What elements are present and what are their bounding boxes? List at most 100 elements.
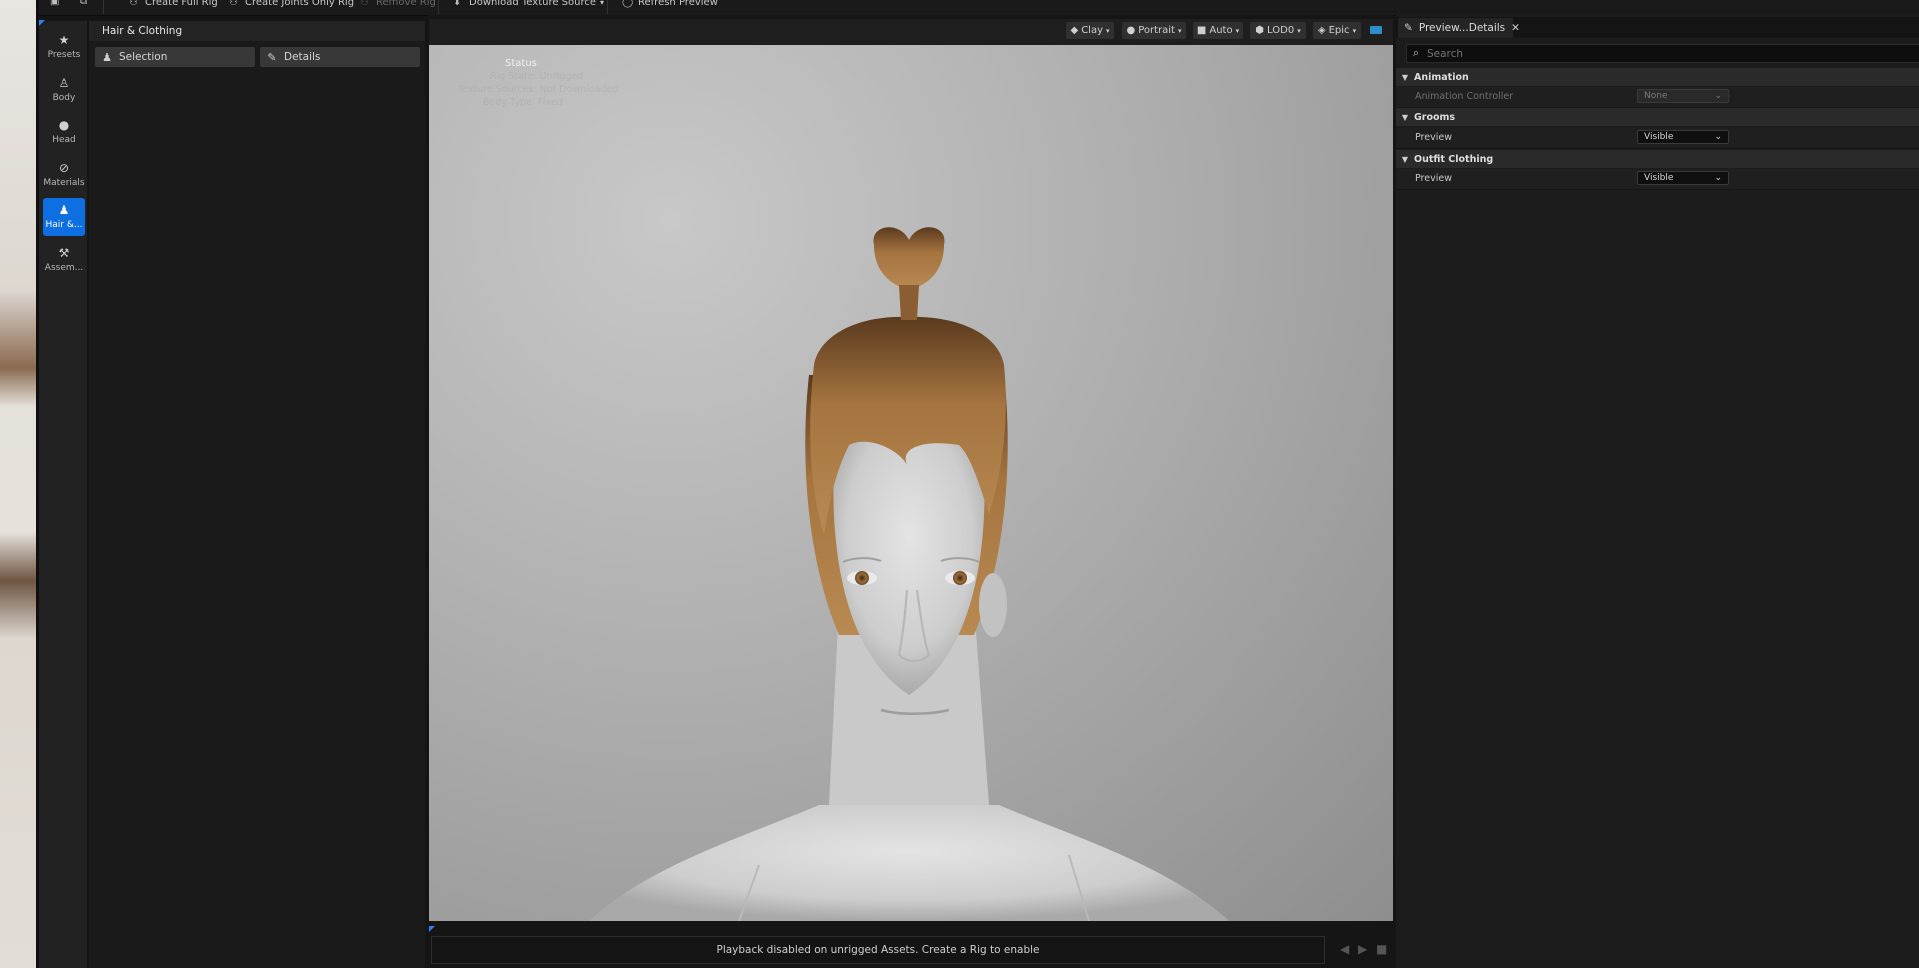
browse-button[interactable]: ⧉	[80, 0, 92, 7]
refresh-icon: ◯	[622, 0, 634, 8]
materials-icon: ⊘	[58, 161, 70, 175]
remove-rig-icon: ⚇	[360, 0, 369, 8]
prop-animation-controller: Animation Controller None ⌄	[1396, 87, 1919, 108]
panel-corner-marker	[39, 20, 45, 26]
nav-head[interactable]: ● Head	[43, 113, 85, 151]
character-render	[589, 227, 1229, 921]
nav-assembly-label: Assem...	[44, 263, 84, 273]
lod-icon: ⬢	[1255, 25, 1265, 36]
chevron-down-icon: ⌄	[1714, 91, 1722, 101]
category-grooms[interactable]: ▼ Grooms	[1396, 108, 1919, 126]
camera-dropdown[interactable]: ■ Auto ▾	[1193, 22, 1243, 39]
tab-details[interactable]: ✎ Details	[260, 47, 420, 67]
viewport-toolbar	[429, 19, 1393, 45]
animation-controller-value: None	[1644, 91, 1668, 101]
nav-head-label: Head	[52, 135, 76, 145]
prop-grooms-preview: Preview Visible ⌄	[1396, 128, 1919, 149]
stop-icon[interactable]: ■	[1376, 942, 1387, 956]
chevron-down-icon: ▾	[1352, 26, 1357, 35]
outfit-clothing-preview-dropdown[interactable]: Visible ⌄	[1637, 171, 1729, 185]
clay-icon: ◆	[1070, 25, 1079, 36]
chevron-down-icon: ▾	[1177, 26, 1182, 35]
details-search[interactable]: ⌕	[1406, 44, 1919, 63]
browse-icon: ⧉	[80, 0, 88, 7]
refresh-preview-label: Refresh Preview	[638, 0, 718, 8]
head-icon: ●	[58, 118, 70, 132]
pencil-icon: ✎	[1404, 22, 1413, 34]
tab-preview-details-label: Preview...Details	[1418, 22, 1506, 34]
rig-icon: ⚇	[129, 0, 138, 8]
selection-icon: ♟	[102, 50, 112, 64]
hair-clothing-panel	[89, 21, 425, 968]
grooms-preview-value: Visible	[1644, 132, 1674, 142]
nav-assembly[interactable]: ⚒ Assem...	[43, 241, 85, 279]
prop-outfit-clothing-preview-label: Preview	[1415, 173, 1452, 184]
quality-icon: ◈	[1317, 25, 1326, 36]
pencil-icon: ✎	[267, 50, 277, 64]
playback-bar: Playback disabled on unrigged Assets. Cr…	[431, 936, 1325, 964]
playback-message: Playback disabled on unrigged Assets. Cr…	[716, 944, 1040, 956]
tab-selection-label: Selection	[119, 51, 168, 63]
nav-body-label: Body	[52, 93, 76, 103]
category-outfit-clothing[interactable]: ▼ Outfit Clothing	[1396, 150, 1919, 168]
camera-label: Auto	[1209, 25, 1233, 36]
tab-selection[interactable]: ♟ Selection	[95, 47, 255, 67]
lod-dropdown[interactable]: ⬢ LOD0 ▾	[1250, 22, 1306, 39]
chevron-down-icon: ▾	[1235, 26, 1240, 35]
prop-grooms-preview-label: Preview	[1415, 132, 1452, 143]
joints-rig-icon: ⚇	[229, 0, 238, 8]
grooms-preview-dropdown[interactable]: Visible ⌄	[1637, 130, 1729, 144]
close-icon[interactable]: ✕	[1511, 22, 1520, 34]
save-icon: ▣	[50, 0, 60, 7]
collapse-arrow-icon: ▼	[1401, 154, 1409, 164]
save-button[interactable]: ▣	[50, 0, 62, 7]
remove-rig-button[interactable]: ⚇ Remove Rig	[360, 0, 436, 8]
tab-preview-details[interactable]: ✎ Preview...Details ✕	[1398, 18, 1520, 38]
view-mode-dropdown[interactable]: ◆ Clay ▾	[1066, 22, 1114, 39]
nav-materials-label: Materials	[43, 178, 85, 188]
play-reverse-icon[interactable]: ◀	[1340, 942, 1349, 956]
download-texture-source-label: Download Texture Source	[469, 0, 597, 8]
preview-viewport[interactable]	[429, 45, 1393, 921]
create-joints-only-rig-label: Create Joints Only Rig	[245, 0, 355, 8]
view-mode-label: Clay	[1081, 25, 1103, 36]
nav-materials[interactable]: ⊘ Materials	[43, 156, 85, 194]
toolbar-separator	[607, 0, 608, 14]
background-window-strip	[0, 0, 36, 968]
chevron-down-icon: ⌄	[1714, 132, 1722, 142]
body-icon: ♙	[58, 76, 70, 90]
category-grooms-label: Grooms	[1414, 111, 1456, 123]
chevron-down-icon: ⌄	[1714, 173, 1722, 183]
chevron-down-icon: ▾	[1297, 26, 1301, 35]
keyboard-icon[interactable]	[1370, 26, 1382, 34]
refresh-preview-button[interactable]: ◯ Refresh Preview	[622, 0, 718, 8]
nav-presets[interactable]: ★ Presets	[43, 28, 85, 66]
collapse-arrow-icon: ▼	[1401, 112, 1409, 122]
lighting-icon: ●	[1126, 25, 1136, 36]
toolbar-separator	[438, 0, 439, 14]
hair-clothing-icon: ♟	[58, 203, 70, 217]
category-animation-label: Animation	[1414, 71, 1469, 83]
create-full-rig-label: Create Full Rig	[145, 0, 218, 8]
category-animation[interactable]: ▼ Animation	[1396, 68, 1919, 86]
status-line-body-type: Body Type: Fixed	[483, 97, 563, 108]
remove-rig-label: Remove Rig	[376, 0, 436, 8]
status-line-texture-sources: Texture Sources: Not Downloaded	[458, 84, 619, 95]
toolbar-separator	[103, 0, 104, 14]
nav-body[interactable]: ♙ Body	[43, 71, 85, 109]
nav-hair-clothing[interactable]: ♟ Hair &...	[43, 198, 85, 236]
search-input[interactable]	[1425, 46, 1909, 61]
create-full-rig-button[interactable]: ⚇ Create Full Rig	[129, 0, 218, 8]
animation-controller-dropdown[interactable]: None ⌄	[1637, 89, 1729, 103]
assembly-icon: ⚒	[58, 246, 70, 260]
quality-dropdown[interactable]: ◈ Epic ▾	[1313, 22, 1361, 39]
chevron-down-icon: ▾	[600, 0, 605, 7]
nav-presets-label: Presets	[47, 50, 81, 60]
play-forward-icon[interactable]: ▶	[1358, 942, 1367, 956]
create-joints-only-rig-button[interactable]: ⚇ Create Joints Only Rig	[229, 0, 354, 8]
download-texture-source-button[interactable]: ⬇ Download Texture Source ▾	[453, 0, 604, 8]
outfit-clothing-preview-value: Visible	[1644, 173, 1674, 183]
lighting-dropdown[interactable]: ● Portrait ▾	[1122, 22, 1186, 39]
star-icon: ★	[58, 33, 70, 47]
camera-icon: ■	[1196, 25, 1207, 36]
